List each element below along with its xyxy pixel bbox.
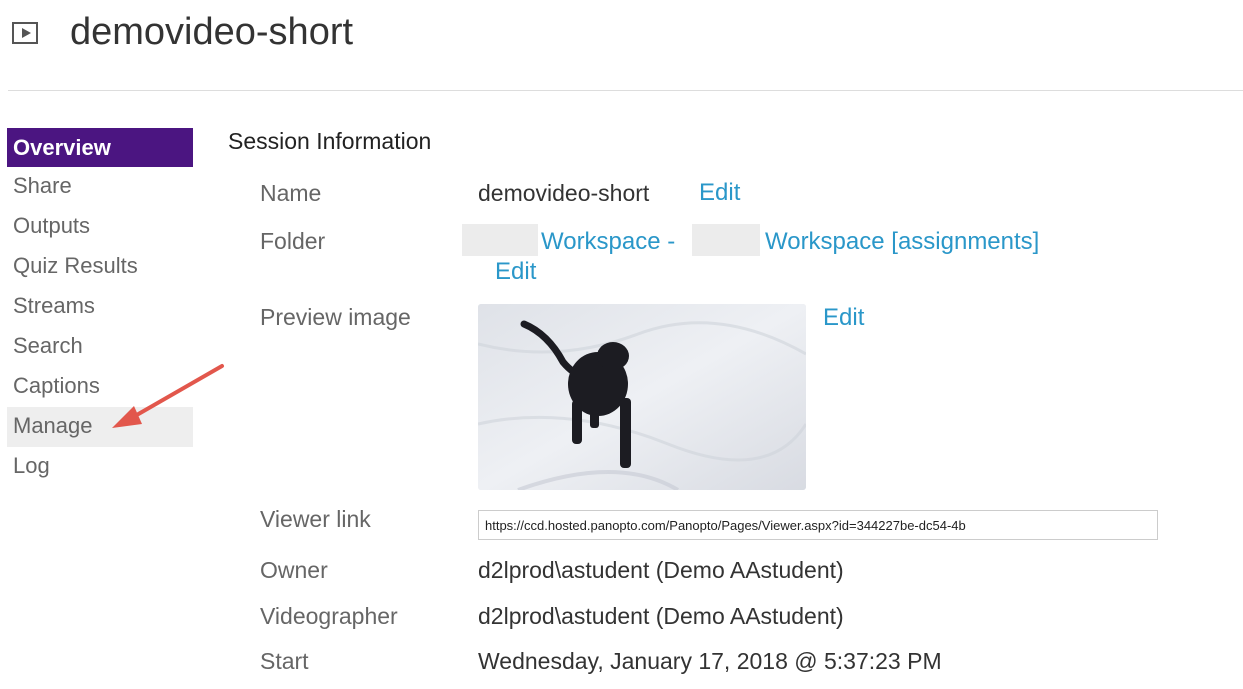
video-play-icon — [12, 22, 38, 44]
owner-label: Owner — [260, 557, 328, 583]
annotation-arrow-icon — [112, 364, 224, 428]
folder-link-part2[interactable]: Workspace [assignments] — [765, 228, 1039, 256]
folder-label: Folder — [260, 228, 326, 254]
redacted-block — [692, 224, 760, 256]
name-label: Name — [260, 180, 322, 206]
owner-value: d2lprod\astudent (Demo AAstudent) — [478, 557, 844, 583]
folder-link-part1[interactable]: Workspace - — [541, 228, 675, 256]
sidebar-item-overview[interactable]: Overview — [7, 128, 193, 167]
page-title: demovideo-short — [70, 11, 354, 53]
session-page: demovideo-short Overview Share Outputs Q… — [0, 0, 1243, 689]
redacted-block — [462, 224, 538, 256]
preview-image-label: Preview image — [260, 304, 411, 330]
sidebar-item-log[interactable]: Log — [7, 447, 193, 487]
edit-name-link[interactable]: Edit — [699, 179, 740, 207]
sidebar-item-share[interactable]: Share — [7, 167, 193, 207]
sidebar-item-streams[interactable]: Streams — [7, 287, 193, 327]
viewer-link-field[interactable] — [478, 510, 1158, 540]
viewer-link-label: Viewer link — [260, 506, 371, 532]
name-value: demovideo-short — [478, 180, 650, 206]
section-title: Session Information — [228, 128, 432, 154]
videographer-label: Videographer — [260, 603, 398, 629]
sidebar-item-quiz-results[interactable]: Quiz Results — [7, 247, 193, 287]
sidebar-item-outputs[interactable]: Outputs — [7, 207, 193, 247]
preview-image[interactable] — [478, 304, 806, 490]
preview-thumbnail-image — [478, 304, 806, 490]
start-label: Start — [260, 648, 309, 674]
edit-folder-link[interactable]: Edit — [495, 258, 536, 286]
videographer-value: d2lprod\astudent (Demo AAstudent) — [478, 603, 844, 629]
header-divider — [8, 90, 1243, 91]
start-value: Wednesday, January 17, 2018 @ 5:37:23 PM — [478, 648, 942, 674]
edit-preview-link[interactable]: Edit — [823, 304, 864, 332]
